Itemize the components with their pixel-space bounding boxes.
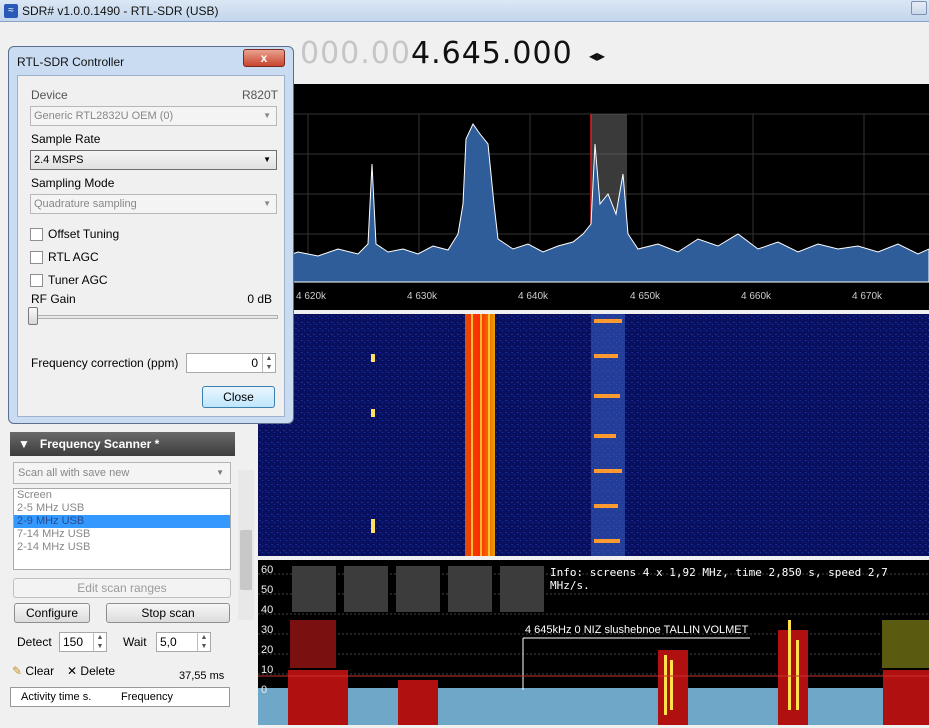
dialog-title: RTL-SDR Controller (17, 55, 125, 69)
scan-ranges-list[interactable]: Screen 2-5 MHz USB 2-9 MHz USB 7-14 MHz … (13, 488, 231, 570)
delete-label: Delete (80, 664, 116, 678)
rf-gain-slider-thumb[interactable] (28, 307, 38, 325)
spectrum-axis-label: 4 670k (852, 291, 883, 302)
wait-spinner[interactable]: 5,0 ▲ ▼ (156, 632, 211, 652)
clear-button[interactable]: ✎ Clear (12, 664, 54, 678)
scanner-y-label: 60 (261, 564, 274, 576)
configure-button[interactable]: Configure (14, 603, 90, 623)
dialog-close-x-button[interactable]: x (243, 49, 285, 67)
waterfall-display[interactable] (258, 314, 929, 556)
delete-button[interactable]: ✕ Delete (67, 664, 115, 678)
sampling-mode-select[interactable]: Quadrature sampling ▼ (30, 194, 277, 214)
close-button[interactable]: Close (202, 386, 275, 408)
scanner-annotation: 4 645kHz 0 NIZ slushebnoe TALLIN VOLMET (525, 624, 749, 636)
offset-tuning-label: Offset Tuning (48, 227, 120, 241)
spectrum-axis-label: 4 660k (741, 291, 772, 302)
frequency-bright-digits: 4.645.000 (410, 36, 573, 71)
offset-tuning-checkbox[interactable] (30, 228, 43, 241)
list-item[interactable]: Screen (14, 489, 230, 502)
list-item[interactable]: 2-5 MHz USB (14, 502, 230, 515)
tuner-agc-label: Tuner AGC (48, 273, 108, 287)
scanner-y-label: 20 (261, 644, 274, 656)
device-label: Device (31, 88, 68, 102)
frequency-display[interactable]: 000.004.645.000 (300, 36, 573, 71)
spectrum-axis-label: 4 620k (296, 291, 327, 302)
dropdown-arrow-icon: ▼ (216, 468, 224, 477)
frequency-correction-value: 0 (251, 356, 258, 370)
scrollbar-thumb[interactable] (240, 530, 252, 590)
device-select[interactable]: Generic RTL2832U OEM (0) ▼ (30, 106, 277, 126)
sample-rate-value: 2.4 MSPS (34, 154, 84, 166)
scan-mode-value: Scan all with save new (18, 467, 130, 479)
scan-timing: 37,55 ms (179, 670, 225, 682)
wait-label: Wait (123, 635, 147, 649)
spectrum-axis-label: 4 640k (518, 291, 549, 302)
scanner-y-label: 30 (261, 624, 274, 636)
detect-label: Detect (17, 635, 52, 649)
dropdown-arrow-icon: ▼ (263, 155, 271, 164)
device-value: Generic RTL2832U OEM (0) (34, 110, 174, 122)
waterfall-svg (258, 314, 929, 556)
list-item[interactable]: 7-14 MHz USB (14, 528, 230, 541)
edit-scan-ranges-button[interactable]: Edit scan ranges (13, 578, 231, 598)
frequency-scanner-header[interactable]: ▼ Frequency Scanner * (10, 432, 235, 456)
window-titlebar: ≈ SDR# v1.0.0.1490 - RTL-SDR (USB) (0, 0, 929, 22)
detect-value: 150 (63, 635, 84, 649)
spinner-arrows-icon[interactable]: ▲ ▼ (262, 354, 275, 372)
stop-scan-button[interactable]: Stop scan (106, 603, 230, 623)
frequency-correction-spinner[interactable]: 0 ▲ ▼ (186, 353, 276, 373)
rf-gain-slider-track[interactable] (30, 315, 278, 319)
scanner-y-label: 50 (261, 584, 274, 596)
rf-gain-value: 0 dB (247, 292, 272, 306)
wait-value: 5,0 (160, 635, 177, 649)
column-frequency[interactable]: Frequency (121, 691, 173, 703)
spinner-arrows-icon[interactable]: ▲ ▼ (93, 633, 106, 651)
window-title: SDR# v1.0.0.1490 - RTL-SDR (USB) (22, 4, 219, 18)
sample-rate-label: Sample Rate (31, 132, 101, 146)
device-tuner: R820T (241, 88, 278, 102)
results-grid-header: Activity time s. Frequency (10, 687, 230, 707)
list-item-selected[interactable]: 2-9 MHz USB (14, 515, 230, 528)
dialog-body: Device R820T Generic RTL2832U OEM (0) ▼ … (17, 75, 285, 417)
spectrum-axis-label: 4 630k (407, 291, 438, 302)
scanner-y-label: 40 (261, 604, 274, 616)
sample-rate-select[interactable]: 2.4 MSPS ▼ (30, 150, 277, 170)
sampling-mode-value: Quadrature sampling (34, 198, 137, 210)
rtl-agc-checkbox[interactable] (30, 251, 43, 264)
scan-mode-select[interactable]: Scan all with save new ▼ (13, 462, 231, 484)
app-icon: ≈ (4, 4, 18, 18)
scanner-info-text: Info: screens 4 x 1,92 MHz, time 2,850 s… (550, 566, 888, 592)
detect-spinner[interactable]: 150 ▲ ▼ (59, 632, 107, 652)
clear-label: Clear (25, 664, 55, 678)
rtl-sdr-controller-dialog: RTL-SDR Controller x Device R820T Generi… (8, 46, 294, 424)
spectrum-analyzer[interactable]: 4 620k 4 630k 4 640k 4 650k 4 660k 4 670… (257, 84, 929, 310)
frequency-correction-label: Frequency correction (ppm) (31, 356, 179, 370)
tune-arrows-icon[interactable]: ◂▸ (589, 46, 605, 66)
column-activity[interactable]: Activity time s. (21, 691, 91, 703)
frequency-dim-digits: 000.00 (300, 36, 411, 71)
collapse-triangle-icon: ▼ (18, 437, 30, 451)
rf-gain-label: RF Gain (31, 292, 76, 306)
sampling-mode-label: Sampling Mode (31, 176, 115, 190)
minimize-button[interactable] (911, 1, 927, 15)
rtl-agc-label: RTL AGC (48, 250, 99, 264)
tuner-agc-checkbox[interactable] (30, 274, 43, 287)
scanner-y-label: 0 (261, 684, 268, 696)
dropdown-arrow-icon: ▼ (263, 111, 271, 120)
scanner-y-label: 10 (261, 664, 274, 676)
dropdown-arrow-icon: ▼ (263, 199, 271, 208)
list-item[interactable]: 2-14 MHz USB (14, 541, 230, 554)
frequency-scanner-title: Frequency Scanner * (39, 437, 160, 451)
delete-icon: ✕ (67, 664, 78, 678)
left-panel-scrollbar[interactable] (238, 470, 254, 620)
spectrum-axis-label: 4 650k (630, 291, 661, 302)
spectrum-svg: 4 620k 4 630k 4 640k 4 650k 4 660k 4 670… (257, 113, 929, 302)
clear-icon: ✎ (12, 664, 23, 678)
spinner-arrows-icon[interactable]: ▲ ▼ (197, 633, 210, 651)
